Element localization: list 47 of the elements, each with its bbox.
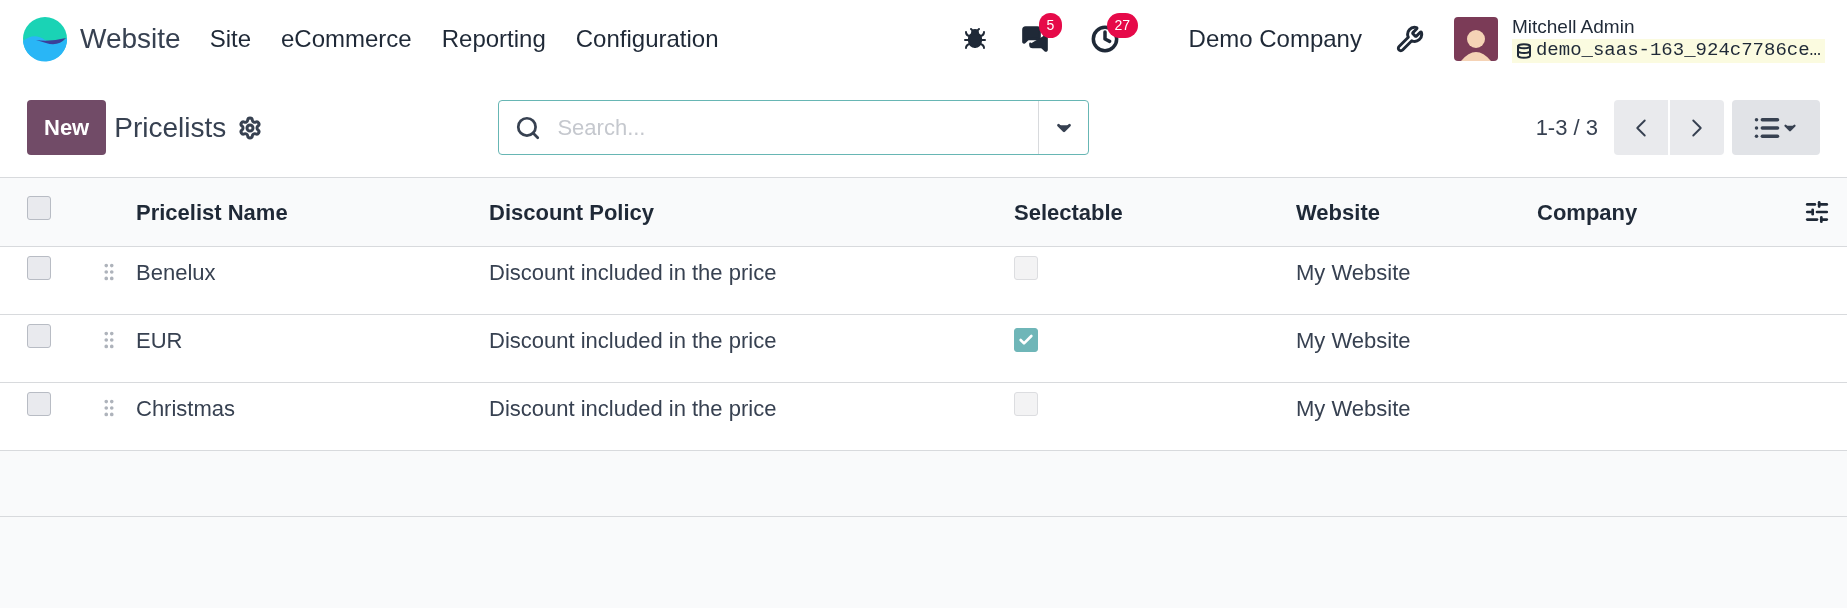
page-title: Pricelists	[114, 110, 227, 145]
user-name[interactable]: Mitchell Admin	[1511, 15, 1825, 39]
column-header[interactable]: Selectable	[1014, 195, 1296, 229]
view-switcher-button[interactable]	[1732, 100, 1820, 155]
column-header[interactable]: Website	[1296, 195, 1537, 229]
logo-icon[interactable]	[22, 16, 68, 62]
table-cell-text: Discount included in the price	[489, 326, 778, 355]
menu-item[interactable]: Configuration	[560, 21, 734, 57]
pager-value[interactable]: 1-3 / 3	[1535, 111, 1598, 144]
search-field[interactable]: Search...	[557, 111, 1039, 144]
activity-count: 27	[1106, 13, 1139, 38]
table-cell-text: My Website	[1296, 326, 1412, 355]
search-icon	[515, 114, 542, 141]
bug-icon[interactable]	[962, 27, 987, 51]
table-cell-text: My Website	[1296, 394, 1412, 423]
menu-item[interactable]: eCommerce	[266, 21, 427, 57]
column-header[interactable]: Pricelist Name	[136, 195, 489, 229]
table-cell-text: Benelux	[136, 258, 217, 287]
next-button[interactable]	[1670, 100, 1724, 155]
message-count: 5	[1038, 13, 1063, 38]
settings-icon[interactable]	[238, 115, 263, 140]
table-cell-text: Discount included in the price	[489, 258, 778, 287]
checkbox[interactable]	[27, 195, 51, 220]
company-switcher[interactable]: Demo Company	[1188, 21, 1362, 57]
checkbox[interactable]	[27, 391, 51, 416]
previous-button[interactable]	[1614, 100, 1668, 155]
table-cell-text: My Website	[1296, 258, 1412, 287]
table-cell-text: Discount included in the price	[489, 394, 778, 423]
database-label: demo_saas-163_924c7786ce…	[1511, 39, 1825, 63]
table-cell-text: Christmas	[136, 394, 236, 423]
avatar[interactable]	[1453, 17, 1498, 61]
search-bar[interactable]: Search...	[498, 100, 1090, 155]
column-settings-icon[interactable]	[1804, 199, 1830, 225]
tools-icon[interactable]	[1395, 25, 1424, 53]
new-button[interactable]: New	[27, 100, 107, 155]
checkbox[interactable]	[1014, 327, 1038, 352]
database-icon	[1515, 42, 1532, 59]
checkbox[interactable]	[27, 323, 51, 348]
person-silhouette-icon	[1460, 27, 1491, 61]
chat-icon[interactable]	[1020, 25, 1049, 53]
table-cell-text: EUR	[136, 326, 184, 355]
menu-item[interactable]: Reporting	[426, 21, 561, 57]
checkbox[interactable]	[27, 255, 51, 280]
menu-item[interactable]: Site	[194, 21, 266, 57]
column-header[interactable]: Company	[1537, 195, 1787, 229]
app-name[interactable]: Website	[80, 18, 181, 60]
column-header[interactable]: Discount Policy	[489, 195, 1014, 229]
